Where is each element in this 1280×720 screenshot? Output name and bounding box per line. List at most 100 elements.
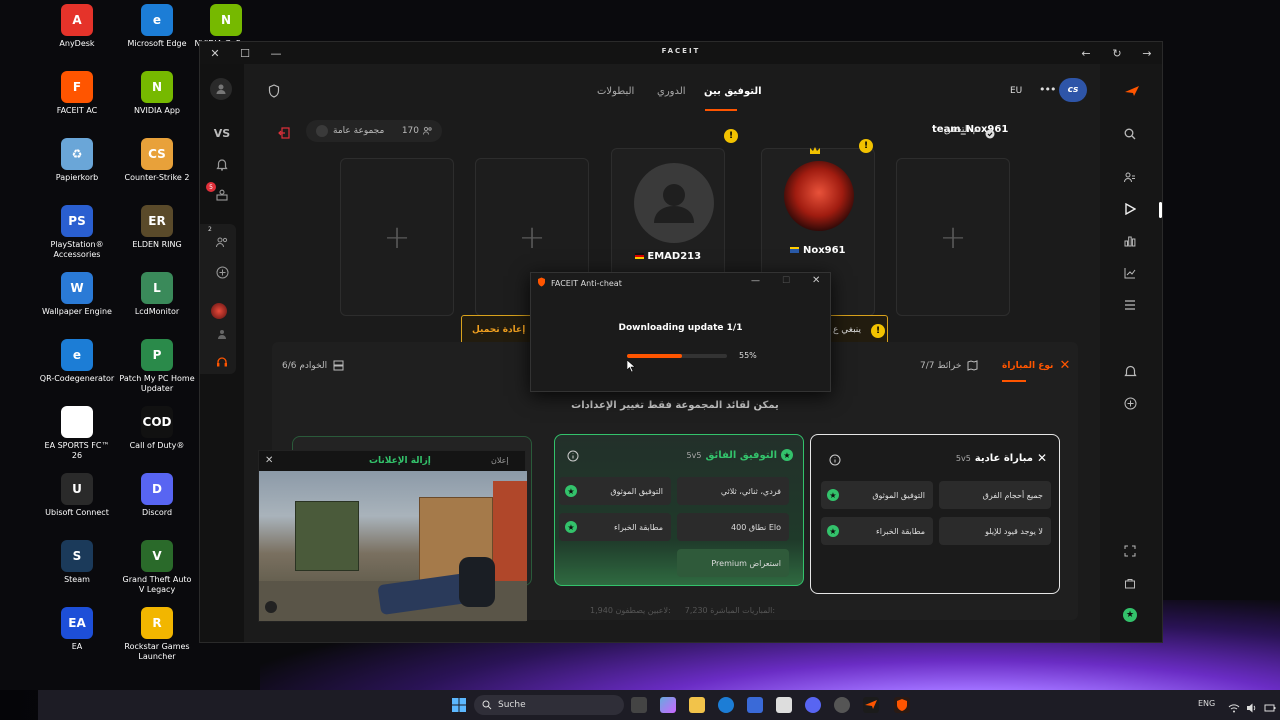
desktop-icon[interactable]: ♻ Papierkorb	[39, 138, 115, 183]
friends-icon[interactable]	[1120, 167, 1140, 187]
search-placeholder: Suche	[498, 700, 526, 710]
mode-title-text: مباراة عادية	[974, 452, 1033, 464]
cs2-game-badge[interactable]: cs	[1059, 78, 1087, 102]
empty-slot-3[interactable]: +	[896, 158, 1010, 316]
faceit-logo-icon[interactable]	[1124, 82, 1140, 101]
edge-icon[interactable]	[718, 697, 734, 713]
language-indicator[interactable]: ENG	[1198, 699, 1215, 708]
group-count: 170	[401, 126, 419, 136]
desktop-icon[interactable]: ER ELDEN RING	[119, 205, 195, 250]
right-rail: ★	[1100, 64, 1162, 642]
bell-ring-icon[interactable]	[1120, 361, 1140, 381]
premium-star-icon[interactable]: ★	[1120, 605, 1140, 625]
match-type-tab[interactable]: نوع المباراة ✕	[1002, 358, 1070, 373]
play-icon[interactable]	[1120, 199, 1140, 219]
close-ad-button[interactable]: ✕	[265, 455, 273, 466]
group-pill[interactable]: مجموعة عامة 170	[306, 120, 442, 142]
add-circle-icon[interactable]	[212, 262, 232, 282]
desktop-icon[interactable]: S Steam	[39, 540, 115, 585]
party-bar: مجموعة عامة 170 team_Nox961 تم التحقق	[244, 116, 1100, 152]
desktop-icon[interactable]: L LcdMonitor	[119, 272, 195, 317]
bell-icon[interactable]	[212, 155, 232, 175]
info-icon[interactable]	[567, 447, 579, 466]
store-icon[interactable]	[747, 697, 763, 713]
tab-matchmaking[interactable]: التوفيق بين	[704, 86, 762, 97]
warning-icon[interactable]: !	[724, 129, 738, 143]
start-button[interactable]	[451, 697, 467, 713]
desktop-icon[interactable]: N NVIDIA App	[119, 71, 195, 116]
region-selector[interactable]: EU	[1010, 86, 1022, 96]
desktop-icon[interactable]: W Wallpaper Engine	[39, 272, 115, 317]
maps-filter[interactable]: خرائط 7/7	[920, 360, 978, 371]
desktop-icon[interactable]: R Rockstar Games Launcher	[119, 607, 195, 662]
back-button[interactable]: ←	[1078, 45, 1094, 61]
info-icon[interactable]	[829, 451, 841, 470]
mode-card-normal[interactable]: 5v5 مباراة عادية ✕ ★ التوفيق الموثوق جميع…	[810, 434, 1060, 594]
dialog-close-button[interactable]: ✕	[812, 275, 820, 286]
desktop-icon[interactable]: EA SPORTS FC™ 26	[39, 406, 115, 461]
desktop-icon-label: Ubisoft Connect	[45, 508, 109, 517]
desktop-icon-label: AnyDesk	[59, 39, 95, 48]
profile-avatar-icon[interactable]	[210, 78, 232, 100]
desktop-icon-label: LcdMonitor	[134, 307, 180, 316]
task-view-icon[interactable]	[631, 697, 647, 713]
desktop-icon[interactable]: U Ubisoft Connect	[39, 473, 115, 518]
desktop-icon[interactable]: e Microsoft Edge	[119, 4, 195, 49]
search-icon[interactable]	[1120, 124, 1140, 144]
anticheat-taskbar-icon[interactable]	[894, 697, 910, 713]
desktop-icon[interactable]: P Patch My PC Home Updater	[119, 339, 195, 394]
bar-chart-icon[interactable]	[1120, 231, 1140, 251]
more-menu-button[interactable]: •••	[1039, 83, 1056, 96]
desktop-icon[interactable]: F FACEIT AC	[39, 71, 115, 116]
leave-party-icon[interactable]	[278, 124, 290, 143]
wifi-icon[interactable]	[1228, 699, 1240, 713]
fullscreen-icon[interactable]	[1120, 541, 1140, 561]
desktop-icon[interactable]: COD Call of Duty®	[119, 406, 195, 451]
empty-slot-1[interactable]: +	[340, 158, 454, 316]
desktop-icon-label: Patch My PC Home Updater	[119, 374, 195, 393]
forward-button[interactable]: →	[1139, 45, 1155, 61]
warning-icon[interactable]: !	[859, 139, 873, 153]
reload-button[interactable]: ↻	[1109, 45, 1125, 61]
desktop-icon[interactable]: EA EA	[39, 607, 115, 652]
app-icon[interactable]	[834, 697, 850, 713]
search-box[interactable]: Suche	[474, 695, 624, 715]
servers-filter[interactable]: الخوادم 6/6	[282, 360, 344, 371]
user-icon[interactable]	[212, 324, 232, 344]
trend-icon[interactable]	[1120, 263, 1140, 283]
friends-icon[interactable]	[212, 232, 232, 252]
shop-icon[interactable]	[1120, 573, 1140, 593]
toggle-dot[interactable]	[316, 125, 328, 137]
remove-ads-link[interactable]: إزالة الإعلانات	[369, 456, 431, 466]
list-icon[interactable]	[1120, 295, 1140, 315]
desktop-icon[interactable]: e QR-Codegenerator	[39, 339, 115, 384]
desktop-icon-label: Rockstar Games Launcher	[124, 642, 190, 661]
tab-league[interactable]: الدوري	[657, 86, 686, 97]
file-explorer-icon[interactable]	[689, 697, 705, 713]
desktop-icon[interactable]: A AnyDesk	[39, 4, 115, 49]
notes-icon[interactable]	[776, 697, 792, 713]
faceit-taskbar-icon[interactable]	[863, 697, 879, 713]
app-icon: S	[61, 540, 93, 572]
mode-card-super[interactable]: 5v5 التوفيق الفائق ★ ★ التوفيق الموثوق فر…	[554, 434, 804, 586]
desktop-icon[interactable]: D Discord	[119, 473, 195, 518]
dialog-title: FACEIT Anti-cheat	[551, 278, 622, 288]
desktop-icon[interactable]: CS Counter-Strike 2	[119, 138, 195, 183]
shield-icon[interactable]	[268, 83, 280, 102]
reload-button[interactable]: إعادة تحميل	[472, 325, 525, 335]
headset-icon[interactable]	[212, 352, 232, 372]
notification-badge: 5	[206, 182, 216, 192]
ad-video[interactable]	[259, 471, 527, 621]
desktop-icon[interactable]: PS PlayStation® Accessories	[39, 205, 115, 260]
friend-avatar[interactable]	[211, 303, 227, 319]
vs-icon[interactable]: VS	[212, 123, 232, 143]
group-members-icon	[423, 126, 432, 137]
copilot-icon[interactable]	[660, 697, 676, 713]
battery-icon[interactable]	[1264, 699, 1276, 712]
volume-icon[interactable]	[1246, 699, 1258, 713]
dialog-minimize-button[interactable]: —	[751, 276, 760, 286]
tab-tournaments[interactable]: البطولات	[597, 86, 634, 97]
add-circle-icon[interactable]	[1120, 393, 1140, 413]
desktop-icon[interactable]: V Grand Theft Auto V Legacy	[119, 540, 195, 595]
discord-icon[interactable]	[805, 697, 821, 713]
